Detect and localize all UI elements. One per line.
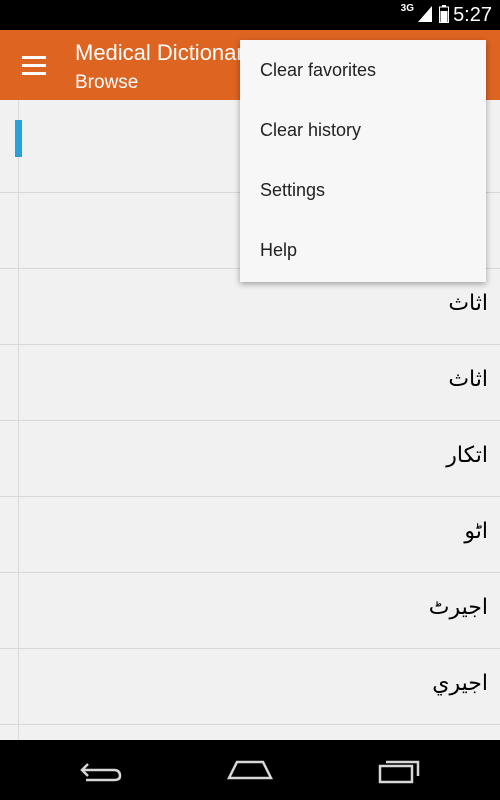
app-title: Medical Dictionary	[75, 40, 255, 65]
status-time: 5:27	[453, 4, 492, 26]
list-item[interactable]: اثاث	[0, 345, 500, 421]
menu-item-settings[interactable]: Settings	[240, 160, 486, 220]
word-label: اٹو	[464, 519, 488, 544]
menu-item-clear-favorites[interactable]: Clear favorites	[240, 40, 486, 100]
list-item[interactable]: اجيري	[0, 649, 500, 725]
word-label: اثاث	[448, 367, 488, 392]
list-item[interactable]	[0, 725, 500, 740]
overflow-menu: Clear favorites Clear history Settings H…	[240, 40, 486, 282]
menu-item-clear-history[interactable]: Clear history	[240, 100, 486, 160]
recents-icon[interactable]	[378, 758, 422, 784]
word-label: اتکار	[446, 443, 488, 468]
word-label: اثاث	[448, 291, 488, 316]
home-icon[interactable]	[227, 758, 273, 782]
list-item[interactable]: اجیرٹ	[0, 573, 500, 649]
network-type: 3G	[400, 3, 414, 14]
list-item[interactable]: اتکار	[0, 421, 500, 497]
word-label: اجيري	[432, 671, 488, 696]
status-bar: 3G 5:27	[0, 0, 500, 30]
menu-item-help[interactable]: Help	[240, 220, 486, 280]
battery-icon	[439, 5, 449, 27]
list-item[interactable]: اٹو	[0, 497, 500, 573]
app-subtitle: Browse	[75, 72, 139, 93]
signal-icon	[418, 6, 432, 26]
back-icon[interactable]	[78, 758, 122, 782]
menu-icon[interactable]	[22, 56, 48, 76]
word-label: اجیرٹ	[428, 595, 488, 620]
navigation-bar	[0, 740, 500, 800]
